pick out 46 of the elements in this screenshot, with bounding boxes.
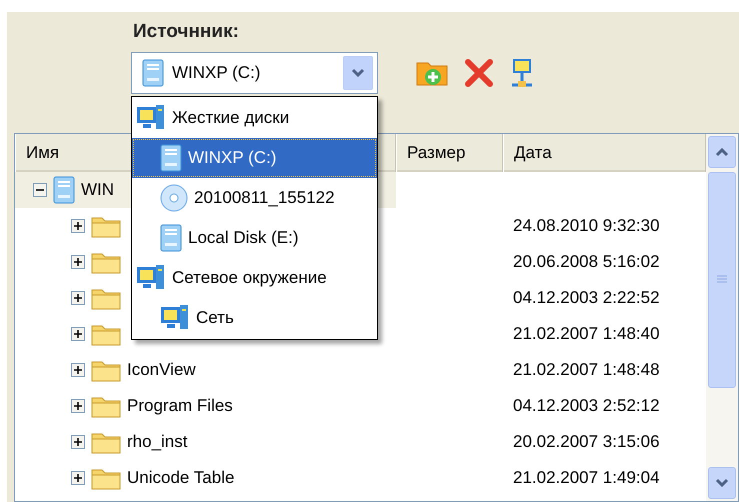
- date-cell-text: 24.08.2010 9:32:30: [512, 215, 661, 238]
- grip-icon: [717, 275, 727, 285]
- dropdown-item[interactable]: Сетевое окружение: [132, 258, 377, 298]
- expand-icon[interactable]: [71, 327, 85, 341]
- drive-icon: [142, 59, 164, 87]
- computer-icon: [160, 304, 190, 332]
- drive-icon: [160, 144, 182, 172]
- date-cell-text: 21.02.2007 1:48:40: [512, 323, 661, 346]
- source-dropdown[interactable]: WINXP (C:): [131, 52, 378, 94]
- file-name[interactable]: Program Files: [127, 393, 233, 419]
- file-name[interactable]: IconView: [127, 357, 196, 383]
- drive-icon: [53, 176, 75, 204]
- computer-icon: [136, 104, 166, 132]
- date-cell-text: 21.02.2007 1:48:48: [512, 359, 661, 382]
- network-icon[interactable]: [510, 57, 534, 89]
- dropdown-item[interactable]: Local Disk (E:): [132, 218, 377, 258]
- dropdown-item[interactable]: Сеть: [132, 298, 377, 338]
- dropdown-item[interactable]: 20100811_155122: [132, 178, 377, 218]
- file-name[interactable]: rho_inst: [127, 429, 188, 455]
- date-cell-text: 04.12.2003 2:52:12: [512, 395, 661, 418]
- expand-icon[interactable]: [71, 363, 85, 377]
- scroll-down-button[interactable]: [708, 467, 736, 499]
- disc-icon: [160, 184, 188, 212]
- expand-icon[interactable]: [71, 435, 85, 449]
- dropdown-item[interactable]: WINXP (C:): [132, 138, 377, 178]
- field-label: Источнник:: [132, 20, 240, 44]
- dropdown-item[interactable]: Жесткие диски: [132, 98, 377, 138]
- collapse-icon[interactable]: [33, 183, 47, 197]
- caret-icon[interactable]: [343, 56, 373, 90]
- expand-icon[interactable]: [71, 471, 85, 485]
- computer-icon: [136, 264, 166, 292]
- expand-icon[interactable]: [71, 399, 85, 413]
- expand-icon[interactable]: [71, 291, 85, 305]
- drive-icon: [160, 224, 182, 252]
- expand-icon[interactable]: [71, 219, 85, 233]
- date-cell-text: 04.12.2003 2:22:52: [512, 287, 661, 310]
- column-header[interactable]: Размер: [396, 134, 503, 172]
- date-cell-text: 20.02.2007 3:15:06: [512, 431, 661, 454]
- file-name[interactable]: WIN: [81, 177, 114, 203]
- delete-icon[interactable]: [464, 58, 494, 88]
- scrollbar-thumb[interactable]: [708, 172, 736, 388]
- file-name[interactable]: Unicode Table: [127, 465, 234, 491]
- scroll-up-button[interactable]: [708, 136, 736, 168]
- date-cell-text: 20.06.2008 5:16:02: [512, 251, 661, 274]
- date-cell-text: 21.02.2007 1:49:04: [512, 467, 661, 490]
- expand-icon[interactable]: [71, 255, 85, 269]
